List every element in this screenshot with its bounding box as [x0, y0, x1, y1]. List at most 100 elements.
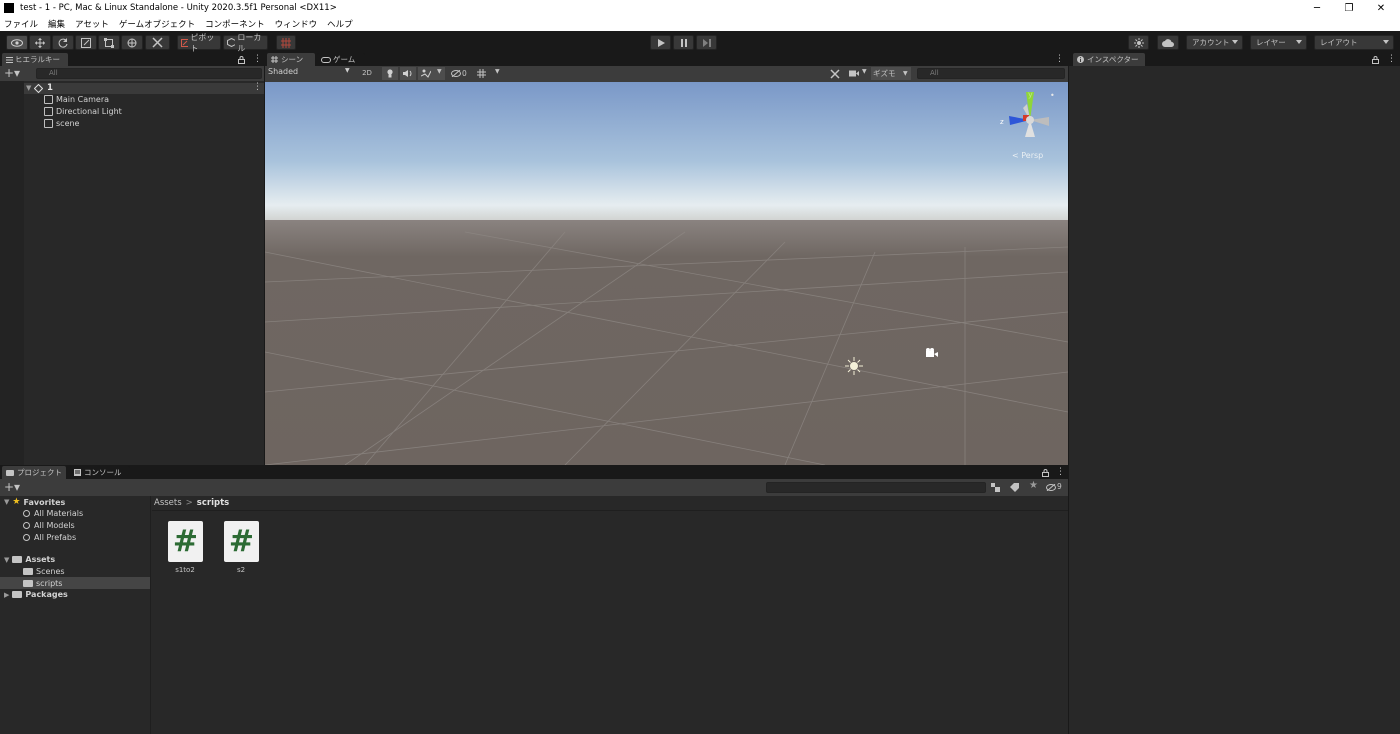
type-filter-icon[interactable] — [991, 483, 1000, 492]
minimize-button[interactable]: ─ — [1302, 0, 1332, 16]
star-icon[interactable]: ★ — [1029, 480, 1038, 491]
tab-console[interactable]: コンソール — [70, 466, 130, 479]
lighting-toggle[interactable] — [382, 67, 398, 80]
hierarchy-panel: ヒエラルキー ⋮ +▾ All ▼ 1 ⋮ Main Camera Direct… — [0, 53, 264, 465]
shading-mode-dropdown[interactable]: Shaded ▼ — [267, 67, 353, 80]
scene-menu-icon[interactable]: ⋮ — [253, 82, 262, 92]
gizmos-label: ギズモ — [873, 69, 896, 78]
tab-project[interactable]: プロジェクト — [2, 466, 66, 479]
hierarchy-toolbar: +▾ All — [0, 66, 264, 81]
tab-inspector[interactable]: インスペクター — [1073, 53, 1145, 66]
scene-viewport[interactable]: y z • < Persp — [265, 82, 1068, 465]
menu-edit[interactable]: 編集 — [48, 18, 65, 30]
console-icon — [74, 469, 81, 476]
rotate-tool-button[interactable] — [52, 35, 74, 50]
folder-scripts[interactable]: scripts — [23, 579, 62, 588]
info-icon — [1077, 56, 1084, 63]
menu-window[interactable]: ウィンドウ — [275, 18, 318, 30]
view-tool-button[interactable] — [6, 35, 28, 50]
grid-icon — [477, 69, 486, 78]
packages-node[interactable]: ▶ Packages — [4, 590, 68, 599]
create-plus-icon[interactable]: +▾ — [4, 66, 20, 80]
perspective-label[interactable]: < Persp — [1012, 151, 1043, 160]
cloud-button[interactable] — [1157, 35, 1179, 50]
panel-menu-icon[interactable]: ⋮ — [1056, 467, 1065, 477]
favorite-all-materials[interactable]: All Materials — [23, 509, 83, 518]
breadcrumb-scripts[interactable]: scripts — [197, 498, 229, 508]
assets-node[interactable]: ▼ Assets — [4, 555, 55, 564]
rotate-icon — [58, 37, 68, 48]
file-label[interactable]: s2 — [216, 566, 266, 574]
chevron-down-icon[interactable]: ▼ — [26, 84, 31, 92]
grid-dropdown[interactable]: ▼ — [475, 67, 503, 80]
layers-dropdown[interactable]: レイヤー — [1250, 35, 1307, 50]
hierarchy-item-main-camera[interactable]: Main Camera — [44, 95, 109, 104]
lock-icon[interactable] — [238, 56, 245, 64]
favorite-all-prefabs[interactable]: All Prefabs — [23, 533, 76, 542]
tools-icon[interactable] — [830, 69, 840, 79]
hidden-packages-toggle[interactable]: 9 — [1046, 482, 1066, 493]
lock-icon[interactable] — [1042, 469, 1049, 477]
custom-tools-button[interactable] — [145, 35, 170, 50]
2d-toggle[interactable]: 2D — [358, 67, 376, 80]
lock-icon[interactable] — [1372, 56, 1379, 64]
chevron-down-icon[interactable]: ▼ — [4, 556, 9, 564]
script-file-s2[interactable]: # — [224, 521, 259, 562]
effects-dropdown[interactable]: ▼ — [418, 67, 445, 80]
collab-button[interactable] — [1128, 35, 1149, 50]
hidden-objects-toggle[interactable]: 0 — [450, 67, 472, 80]
scene-search-input[interactable]: All — [917, 68, 1065, 79]
tab-hierarchy[interactable]: ヒエラルキー — [2, 53, 68, 66]
chevron-down-icon[interactable]: ▼ — [4, 498, 9, 506]
step-button[interactable] — [696, 35, 717, 50]
account-dropdown[interactable]: アカウント — [1186, 35, 1243, 50]
project-search-input[interactable] — [766, 482, 986, 493]
pause-button[interactable] — [673, 35, 694, 50]
menu-assets[interactable]: アセット — [75, 18, 109, 30]
chevron-down-icon — [1232, 40, 1238, 44]
script-file-s1to2[interactable]: # — [168, 521, 203, 562]
scene-row[interactable]: ▼ 1 ⋮ — [24, 82, 264, 94]
axis-y-label: y — [1028, 90, 1033, 99]
close-button[interactable]: ✕ — [1366, 0, 1396, 16]
transform-tool-button[interactable] — [121, 35, 143, 50]
panel-menu-icon[interactable]: ⋮ — [1055, 54, 1064, 64]
menu-component[interactable]: コンポーネント — [205, 18, 265, 30]
tab-game[interactable]: ゲーム — [317, 53, 365, 66]
menu-gameobject[interactable]: ゲームオブジェクト — [119, 18, 195, 30]
folder-scenes[interactable]: Scenes — [23, 567, 65, 576]
favorites-node[interactable]: ▼ ★ Favorites — [4, 497, 65, 507]
local-toggle[interactable]: ローカル — [223, 33, 268, 53]
gizmos-dropdown[interactable]: ギズモ ▼ — [871, 67, 911, 80]
tab-scene[interactable]: シーン — [267, 53, 315, 66]
breadcrumb-assets[interactable]: Assets — [154, 498, 182, 508]
move-tool-button[interactable] — [29, 35, 51, 50]
camera-dropdown[interactable]: ▼ — [848, 67, 870, 80]
audio-toggle[interactable] — [400, 67, 416, 80]
rect-tool-button[interactable] — [98, 35, 120, 50]
panel-menu-icon[interactable]: ⋮ — [1387, 54, 1396, 64]
favorite-all-models[interactable]: All Models — [23, 521, 75, 530]
snap-button[interactable] — [276, 35, 296, 50]
label-filter-icon[interactable] — [1010, 483, 1019, 492]
play-icon — [657, 38, 665, 47]
maximize-button[interactable]: ❐ — [1334, 0, 1364, 16]
hierarchy-item-directional-light[interactable]: Directional Light — [44, 107, 122, 116]
csharp-script-icon: # — [228, 524, 255, 559]
menu-file[interactable]: ファイル — [4, 18, 38, 30]
panel-menu-icon[interactable]: ⋮ — [253, 54, 262, 64]
hierarchy-search-input[interactable]: All — [36, 68, 262, 79]
create-plus-icon[interactable]: +▾ — [4, 480, 20, 494]
file-label[interactable]: s1to2 — [160, 566, 210, 574]
menu-help[interactable]: ヘルプ — [327, 18, 353, 30]
collab-icon — [1133, 37, 1144, 48]
scale-tool-button[interactable] — [75, 35, 97, 50]
chevron-right-icon[interactable]: ▶ — [4, 591, 9, 599]
layout-dropdown[interactable]: レイアウト — [1314, 35, 1394, 50]
pivot-toggle[interactable]: ピボット — [177, 33, 221, 53]
gizmo-lock-icon[interactable]: • — [1050, 91, 1055, 100]
hierarchy-item-scene[interactable]: scene — [44, 119, 79, 128]
eye-slash-icon — [451, 70, 461, 77]
play-button[interactable] — [650, 35, 671, 50]
inspector-tab-label: インスペクター — [1087, 55, 1139, 64]
